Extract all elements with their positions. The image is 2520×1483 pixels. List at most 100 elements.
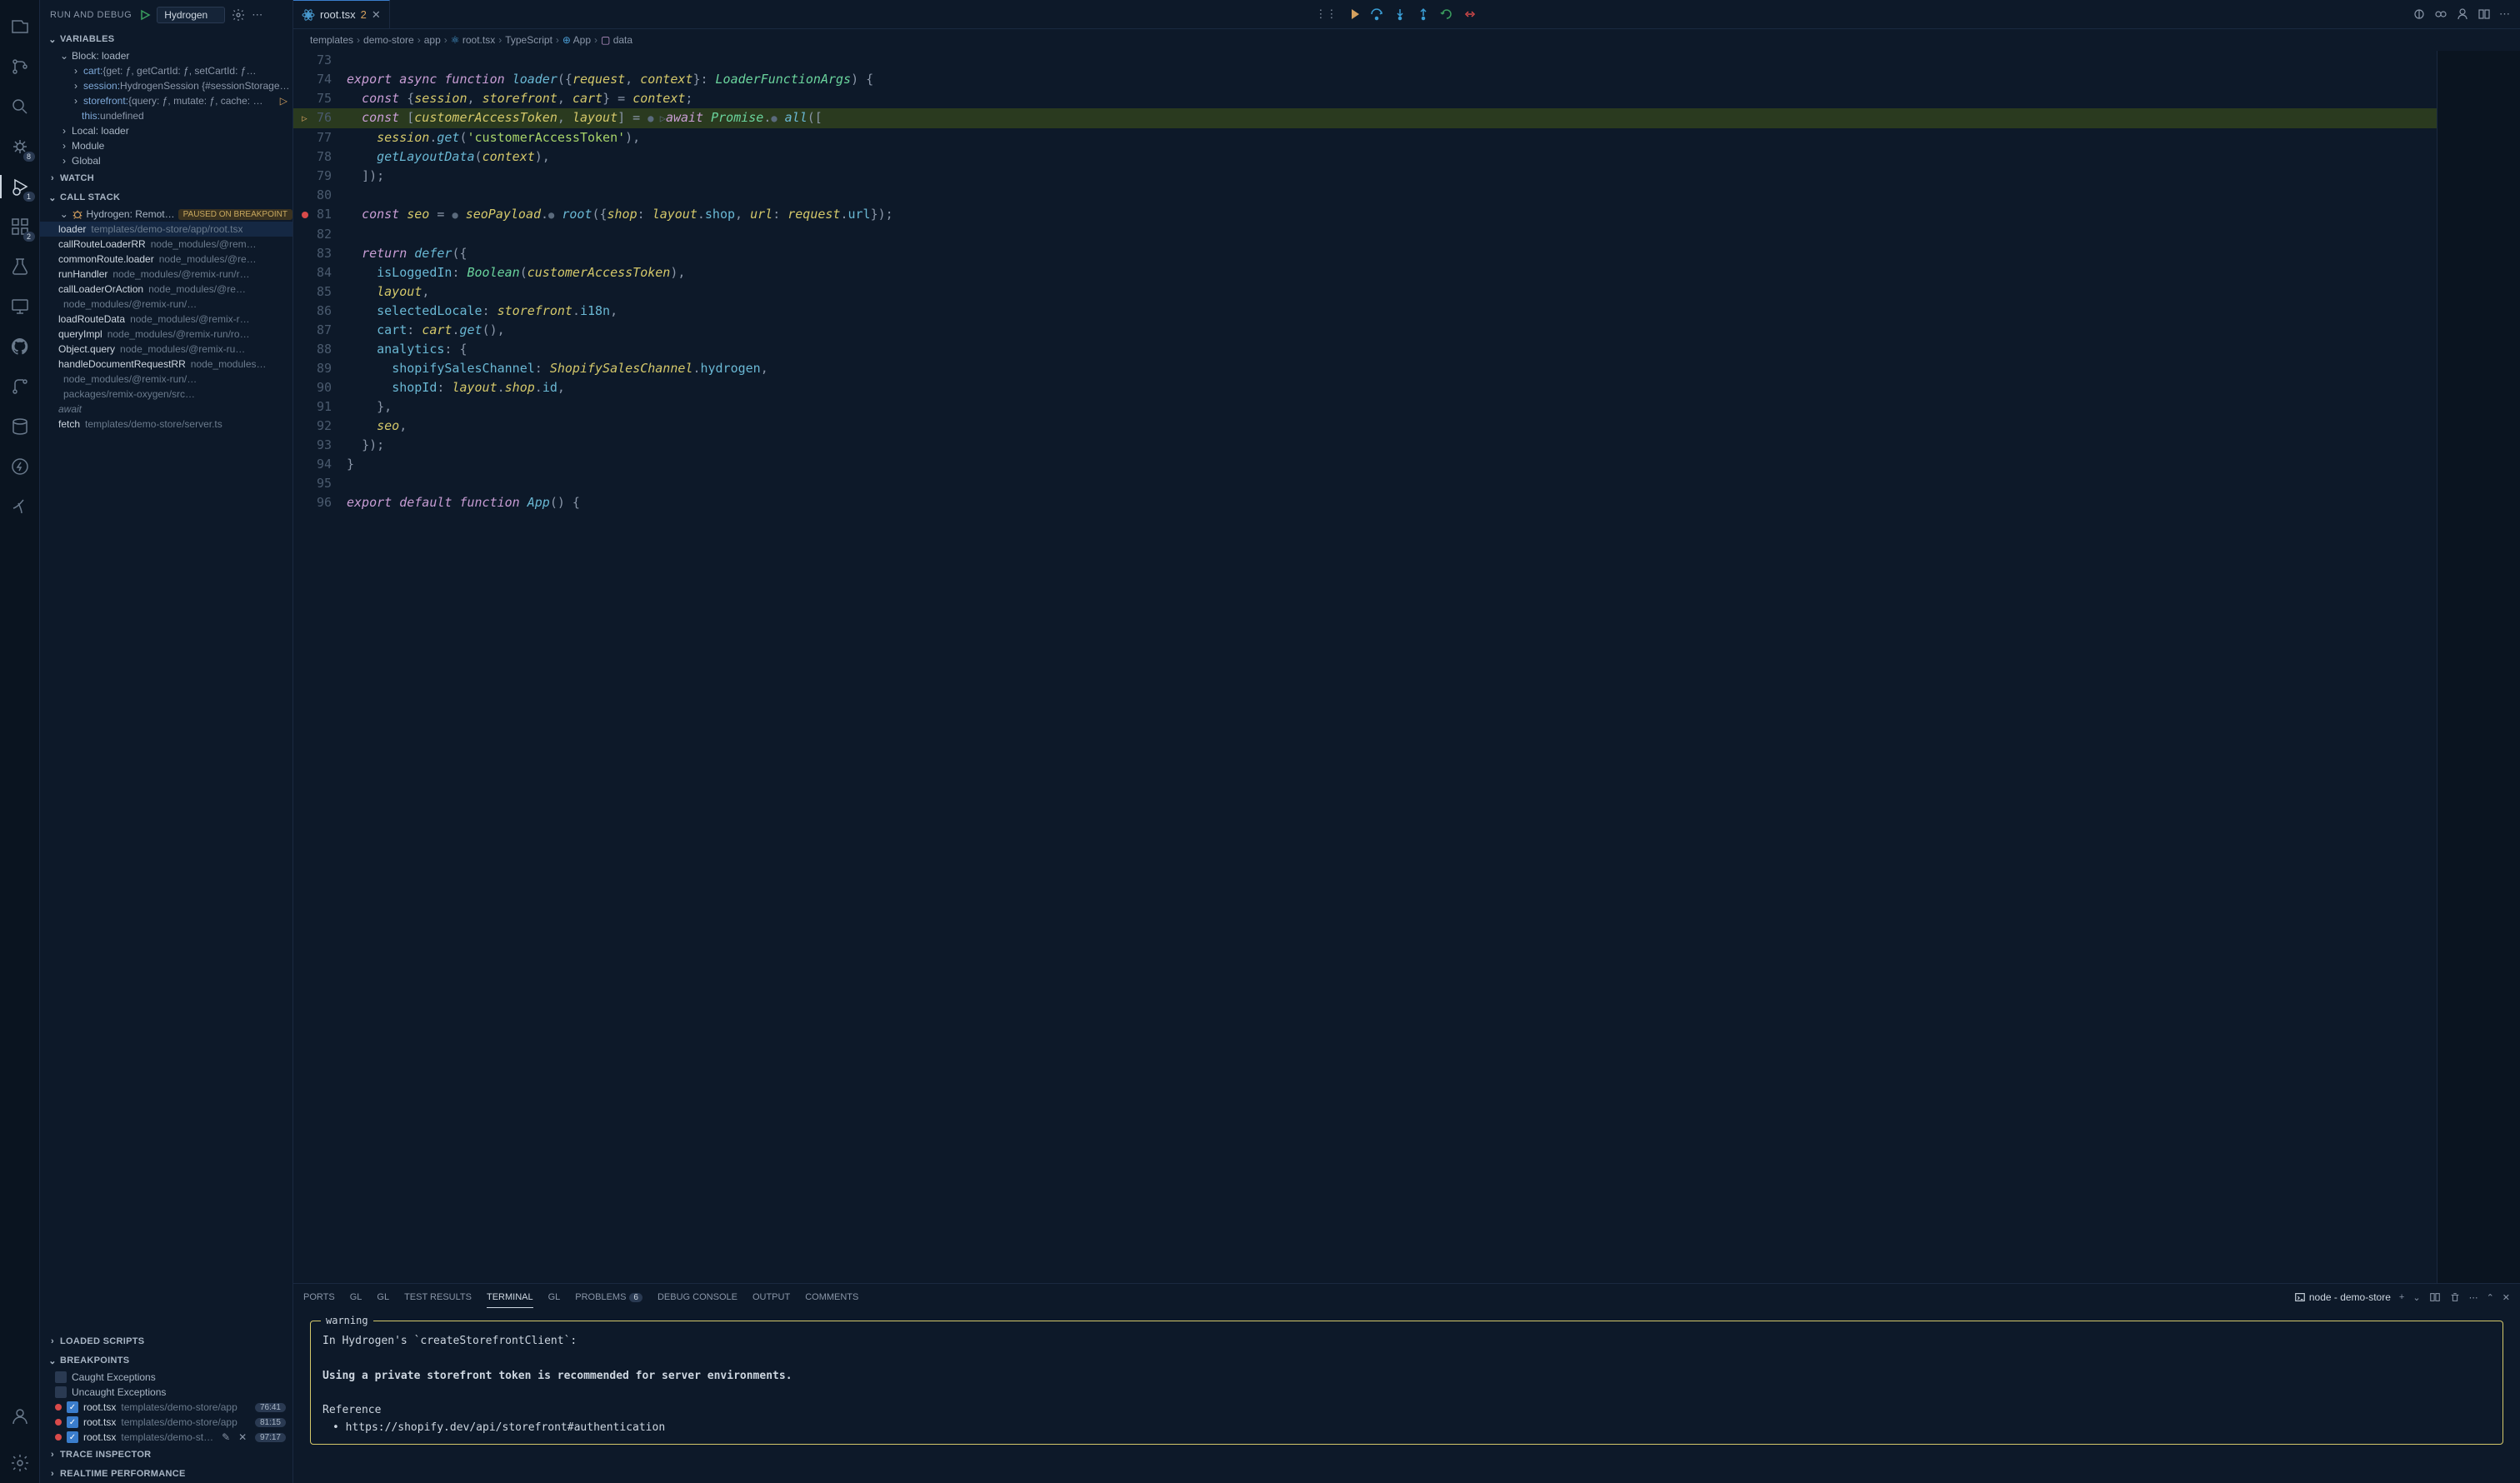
code-line[interactable]: 83 return defer({ <box>293 244 2437 263</box>
breadcrumb-item[interactable]: ⊕ App <box>562 34 591 46</box>
start-debug-button[interactable] <box>138 8 152 22</box>
line-number[interactable]: 96 <box>300 493 347 512</box>
editor-tab[interactable]: root.tsx 2 ✕ <box>293 0 390 28</box>
github-icon[interactable] <box>0 327 40 367</box>
code-line[interactable]: 93 }); <box>293 436 2437 455</box>
line-number[interactable]: 93 <box>300 436 347 455</box>
callstack-frame[interactable]: node_modules/@remix-run/… <box>40 372 292 387</box>
callstack-frame[interactable]: callLoaderOrActionnode_modules/@re… <box>40 282 292 297</box>
line-number[interactable]: 86 <box>300 302 347 321</box>
panel-tab-gl[interactable]: GL <box>548 1287 561 1307</box>
code-line[interactable]: 77 session.get('customerAccessToken'), <box>293 128 2437 147</box>
trash-icon[interactable] <box>2449 1291 2461 1303</box>
database-icon[interactable] <box>0 407 40 447</box>
line-number[interactable]: 87 <box>300 321 347 340</box>
scope-item[interactable]: ›Module <box>40 138 292 153</box>
line-number[interactable]: 75 <box>300 89 347 108</box>
gear-icon[interactable] <box>232 8 245 22</box>
callstack-frame[interactable]: await <box>40 402 292 417</box>
line-number[interactable]: 83 <box>300 244 347 263</box>
explorer-icon[interactable] <box>0 7 40 47</box>
line-number[interactable]: 88 <box>300 340 347 359</box>
line-number[interactable]: 92 <box>300 417 347 436</box>
code-line[interactable]: 94} <box>293 455 2437 474</box>
scope-item[interactable]: ›Global <box>40 153 292 168</box>
code-line[interactable]: 79 ]); <box>293 167 2437 186</box>
step-into-button[interactable] <box>1393 7 1407 21</box>
debug-config-select[interactable]: Hydrogen <box>157 7 225 23</box>
code-line[interactable]: 81 const seo = ● seoPayload.● root({shop… <box>293 205 2437 225</box>
close-panel-icon[interactable]: ✕ <box>2502 1292 2510 1303</box>
code-line[interactable]: 92 seo, <box>293 417 2437 436</box>
code-line[interactable]: 90 shopId: layout.shop.id, <box>293 378 2437 397</box>
variables-header[interactable]: ⌄ VARIABLES <box>40 30 292 48</box>
thunder-icon[interactable] <box>0 447 40 487</box>
scm-graph-icon[interactable] <box>0 367 40 407</box>
breadcrumb-item[interactable]: app <box>424 34 441 46</box>
settings-icon[interactable] <box>0 1443 40 1483</box>
callstack-frame[interactable]: runHandlernode_modules/@remix-run/r… <box>40 267 292 282</box>
code-line[interactable]: 73 <box>293 51 2437 70</box>
line-number[interactable]: 84 <box>300 263 347 282</box>
line-number[interactable]: 89 <box>300 359 347 378</box>
maximize-icon[interactable]: ⌃ <box>2487 1292 2494 1303</box>
code-line[interactable]: 84 isLoggedIn: Boolean(customerAccessTok… <box>293 263 2437 282</box>
breadcrumb-item[interactable]: demo-store <box>363 34 414 46</box>
callstack-frame[interactable]: loadRouteDatanode_modules/@remix-r… <box>40 312 292 327</box>
code-line[interactable]: 85 layout, <box>293 282 2437 302</box>
line-number[interactable]: 80 <box>300 186 347 205</box>
line-number[interactable]: 90 <box>300 378 347 397</box>
code-line[interactable]: 95 <box>293 474 2437 493</box>
minimap[interactable] <box>2437 51 2520 1283</box>
code-line[interactable]: 96export default function App() { <box>293 493 2437 512</box>
step-out-button[interactable] <box>1417 7 1430 21</box>
trace-inspector-header[interactable]: › TRACE INSPECTOR <box>40 1446 292 1464</box>
line-number[interactable]: 91 <box>300 397 347 417</box>
diff-icon[interactable] <box>2434 7 2448 21</box>
panel-tab-test-results[interactable]: TEST RESULTS <box>404 1287 472 1307</box>
variable-item[interactable]: ›storefront: {query: ƒ, mutate: ƒ, cache… <box>40 93 292 108</box>
line-number[interactable]: 85 <box>300 282 347 302</box>
breakpoints-header[interactable]: ⌄ BREAKPOINTS <box>40 1351 292 1370</box>
code-line[interactable]: 78 getLayoutData(context), <box>293 147 2437 167</box>
line-number[interactable]: 81 <box>300 205 347 225</box>
checkbox[interactable]: ✓ <box>67 1416 78 1428</box>
breadcrumb-item[interactable]: TypeScript <box>505 34 552 46</box>
line-number[interactable]: 74 <box>300 70 347 89</box>
breakpoint-item[interactable]: ✓root.tsxtemplates/demo-st…✎✕97:17 <box>40 1430 292 1445</box>
exception-breakpoint[interactable]: Uncaught Exceptions <box>40 1385 292 1400</box>
code-line[interactable]: 86 selectedLocale: storefront.i18n, <box>293 302 2437 321</box>
code-line[interactable]: 80 <box>293 186 2437 205</box>
exception-breakpoint[interactable]: Caught Exceptions <box>40 1370 292 1385</box>
variable-item[interactable]: ›session: HydrogenSession {#sessionStora… <box>40 78 292 93</box>
checkbox[interactable] <box>55 1371 67 1383</box>
account-icon[interactable] <box>0 1396 40 1436</box>
callstack-frame[interactable]: fetchtemplates/demo-store/server.ts <box>40 417 292 432</box>
run-debug-icon[interactable]: 1 <box>0 167 40 207</box>
panel-tab-problems[interactable]: PROBLEMS6 <box>575 1287 642 1307</box>
callstack-frame[interactable]: callRouteLoaderRRnode_modules/@rem… <box>40 237 292 252</box>
line-number[interactable]: 79 <box>300 167 347 186</box>
terminal-select[interactable]: node - demo-store <box>2294 1291 2391 1303</box>
loaded-scripts-header[interactable]: › LOADED SCRIPTS <box>40 1332 292 1351</box>
callstack-frame[interactable]: commonRoute.loadernode_modules/@re… <box>40 252 292 267</box>
line-number[interactable]: 77 <box>300 128 347 147</box>
more-icon[interactable]: ⋯ <box>2499 7 2510 21</box>
line-number[interactable]: 78 <box>300 147 347 167</box>
code-line[interactable]: 91 }, <box>293 397 2437 417</box>
line-number[interactable]: 94 <box>300 455 347 474</box>
line-number[interactable]: 82 <box>300 225 347 244</box>
close-icon[interactable]: ✕ <box>372 8 381 22</box>
callstack-frame[interactable]: packages/remix-oxygen/src… <box>40 387 292 402</box>
edit-icon[interactable]: ✎ <box>222 1431 230 1443</box>
scope-item[interactable]: ›Local: loader <box>40 123 292 138</box>
code-line[interactable]: 75 const {session, storefront, cart} = c… <box>293 89 2437 108</box>
continue-button[interactable] <box>1347 7 1360 21</box>
checkbox[interactable]: ✓ <box>67 1431 78 1443</box>
step-over-button[interactable] <box>1370 7 1383 21</box>
more-icon[interactable]: ⋯ <box>252 8 262 22</box>
chevron-down-icon[interactable]: ⌄ <box>2412 1292 2420 1303</box>
source-control-icon[interactable] <box>0 47 40 87</box>
breakpoint-item[interactable]: ✓root.tsxtemplates/demo-store/app76:41 <box>40 1400 292 1415</box>
drag-handle-icon[interactable]: ⋮⋮ <box>1315 7 1337 21</box>
